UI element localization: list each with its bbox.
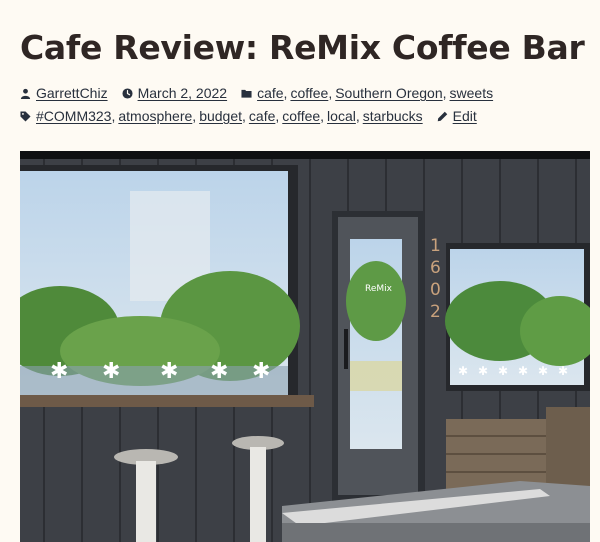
tag-link-budget[interactable]: budget: [199, 108, 242, 124]
post-meta-tags: #COMM323, atmosphere, budget, cafe, coff…: [20, 108, 491, 124]
address-digit-2: 2: [430, 302, 441, 322]
svg-text:✱: ✱: [478, 364, 488, 378]
tag-link-starbucks[interactable]: starbucks: [363, 108, 423, 124]
svg-text:✱: ✱: [210, 359, 228, 384]
categories: cafe, coffee, Southern Oregon, sweets: [241, 85, 493, 101]
posted-on: March 2, 2022: [122, 85, 228, 101]
svg-text:✱: ✱: [50, 359, 68, 384]
svg-text:✱: ✱: [102, 359, 120, 384]
cafe-storefront-photo: ✱ ✱ ✱ ✱ ✱ ReMix 1 6 0 2 ✱ ✱ ✱ ✱ ✱ ✱: [20, 151, 590, 542]
svg-text:✱: ✱: [498, 364, 508, 378]
door-sign: ReMix: [365, 284, 393, 294]
svg-text:✱: ✱: [518, 364, 528, 378]
svg-text:✱: ✱: [538, 364, 548, 378]
pencil-icon: [437, 111, 448, 122]
address-digit-0: 0: [430, 280, 441, 300]
svg-text:✱: ✱: [160, 359, 178, 384]
post-title: Cafe Review: ReMix Coffee Bar: [20, 28, 585, 67]
tag-link-comm323[interactable]: #COMM323: [36, 108, 111, 124]
post-meta-primary: GarrettChiz March 2, 2022 cafe, coffee, …: [20, 85, 507, 101]
tag-icon: [20, 110, 31, 122]
tag-link-cafe[interactable]: cafe: [249, 108, 275, 124]
tag-link-coffee[interactable]: coffee: [282, 108, 320, 124]
category-link-sweets[interactable]: sweets: [450, 85, 494, 101]
folder-icon: [241, 88, 252, 99]
author-link[interactable]: GarrettChiz: [36, 85, 108, 101]
edit-post: Edit: [437, 108, 477, 124]
person-icon: [20, 88, 31, 99]
address-digit-6: 6: [430, 258, 441, 278]
category-link-cafe[interactable]: cafe: [257, 85, 283, 101]
date-link[interactable]: March 2, 2022: [138, 85, 228, 101]
featured-image[interactable]: ✱ ✱ ✱ ✱ ✱ ReMix 1 6 0 2 ✱ ✱ ✱ ✱ ✱ ✱: [20, 151, 590, 542]
tag-link-local[interactable]: local: [327, 108, 356, 124]
byline: GarrettChiz: [20, 85, 108, 101]
tag-link-atmosphere[interactable]: atmosphere: [118, 108, 192, 124]
tags: #COMM323, atmosphere, budget, cafe, coff…: [20, 108, 423, 124]
svg-text:✱: ✱: [558, 364, 568, 378]
address-digit-1: 1: [430, 236, 441, 256]
edit-link[interactable]: Edit: [453, 108, 477, 124]
category-link-southern-oregon[interactable]: Southern Oregon: [335, 85, 442, 101]
svg-text:✱: ✱: [458, 364, 468, 378]
category-link-coffee[interactable]: coffee: [290, 85, 328, 101]
svg-text:✱: ✱: [252, 359, 270, 384]
post-page: Cafe Review: ReMix Coffee Bar GarrettChi…: [0, 0, 600, 542]
clock-icon: [122, 87, 133, 99]
